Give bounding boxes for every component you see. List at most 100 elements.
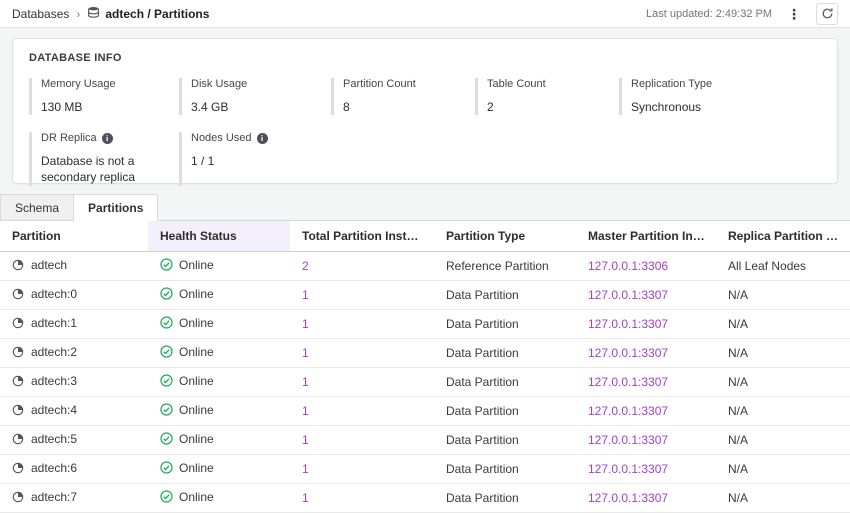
partition-type-text: Data Partition xyxy=(446,433,519,447)
replica-instance-text: N/A xyxy=(728,375,748,389)
pie-chart-icon xyxy=(12,404,24,419)
table-row: adtech:1Online1Data Partition127.0.0.1:3… xyxy=(0,310,850,339)
partition-type-text: Data Partition xyxy=(446,346,519,360)
top-bar-actions: Last updated: 2:49:32 PM ⋮ xyxy=(646,3,838,25)
column-header-partition-type[interactable]: Partition Type xyxy=(434,221,576,252)
total-instances-link[interactable]: 1 xyxy=(302,375,309,389)
total-instances-link[interactable]: 1 xyxy=(302,491,309,505)
master-instance-link[interactable]: 127.0.0.1:3307 xyxy=(588,375,668,389)
partition-name: adtech xyxy=(31,258,67,272)
pie-chart-icon xyxy=(12,375,24,390)
master-instance-link[interactable]: 127.0.0.1:3307 xyxy=(588,288,668,302)
check-circle-icon xyxy=(160,287,173,303)
total-instances-link[interactable]: 1 xyxy=(302,317,309,331)
total-instances-link[interactable]: 2 xyxy=(302,259,309,273)
info-icon[interactable]: i xyxy=(102,133,113,144)
metric-label: Replication Type xyxy=(631,78,821,90)
refresh-icon xyxy=(821,7,834,20)
replica-instance-text: N/A xyxy=(728,462,748,476)
total-instances-link[interactable]: 1 xyxy=(302,346,309,360)
partition-type-text: Data Partition xyxy=(446,288,519,302)
master-instance-link[interactable]: 127.0.0.1:3307 xyxy=(588,491,668,505)
health-status-text: Online xyxy=(179,316,214,330)
total-instances-link[interactable]: 1 xyxy=(302,288,309,302)
table-row: adtech:0Online1Data Partition127.0.0.1:3… xyxy=(0,281,850,310)
metric-table-count: Table Count 2 xyxy=(475,78,619,115)
partition-type-text: Reference Partition xyxy=(446,259,549,273)
master-instance-link[interactable]: 127.0.0.1:3307 xyxy=(588,404,668,418)
total-instances-link[interactable]: 1 xyxy=(302,433,309,447)
replica-instance-text: N/A xyxy=(728,288,748,302)
table-row: adtech:4Online1Data Partition127.0.0.1:3… xyxy=(0,397,850,426)
breadcrumb-current: adtech / Partitions xyxy=(87,6,209,22)
partitions-table: Partition Health Status Total Partition … xyxy=(0,221,850,513)
column-header-replica-partition-instance[interactable]: Replica Partition Instance ... xyxy=(716,221,850,252)
pie-chart-icon xyxy=(12,288,24,303)
metric-nodes-used: Nodes Used i 1 / 1 xyxy=(179,132,331,185)
pie-chart-icon xyxy=(12,317,24,332)
master-instance-link[interactable]: 127.0.0.1:3307 xyxy=(588,462,668,476)
tab-bar: Schema Partitions xyxy=(0,194,850,220)
partition-name: adtech:6 xyxy=(31,461,77,475)
database-icon xyxy=(87,6,100,22)
tab-partitions[interactable]: Partitions xyxy=(73,194,158,221)
partition-name: adtech:2 xyxy=(31,345,77,359)
partition-name: adtech:4 xyxy=(31,403,77,417)
total-instances-link[interactable]: 1 xyxy=(302,462,309,476)
master-instance-link[interactable]: 127.0.0.1:3307 xyxy=(588,433,668,447)
health-status-text: Online xyxy=(179,374,214,388)
check-circle-icon xyxy=(160,316,173,332)
master-instance-link[interactable]: 127.0.0.1:3306 xyxy=(588,259,668,273)
replica-instance-text: All Leaf Nodes xyxy=(728,259,806,273)
top-bar: Databases › adtech / Partitions Last upd… xyxy=(0,0,850,28)
pie-chart-icon xyxy=(12,491,24,506)
check-circle-icon xyxy=(160,432,173,448)
partition-type-text: Data Partition xyxy=(446,375,519,389)
partition-type-text: Data Partition xyxy=(446,317,519,331)
metric-disk-usage: Disk Usage 3.4 GB xyxy=(179,78,331,115)
database-info-card: DATABASE INFO Memory Usage 130 MB Disk U… xyxy=(12,38,838,184)
metric-value: 2 xyxy=(487,99,619,115)
replica-instance-text: N/A xyxy=(728,491,748,505)
metric-label: Table Count xyxy=(487,78,619,90)
metric-label: Memory Usage xyxy=(41,78,179,90)
health-status-text: Online xyxy=(179,432,214,446)
metric-label: Partition Count xyxy=(343,78,475,90)
master-instance-link[interactable]: 127.0.0.1:3307 xyxy=(588,317,668,331)
pie-chart-icon xyxy=(12,346,24,361)
check-circle-icon xyxy=(160,403,173,419)
last-updated-text: Last updated: 2:49:32 PM xyxy=(646,8,772,20)
column-header-partition[interactable]: Partition xyxy=(0,221,148,252)
check-circle-icon xyxy=(160,490,173,506)
partition-name: adtech:0 xyxy=(31,287,77,301)
metric-memory-usage: Memory Usage 130 MB xyxy=(29,78,179,115)
refresh-button[interactable] xyxy=(816,3,838,25)
info-icon[interactable]: i xyxy=(257,133,268,144)
table-row: adtech:5 Online 1 Data Partition 127.0.0.1:3… xyxy=(0,426,850,455)
check-circle-icon xyxy=(160,345,173,361)
total-instances-link[interactable]: 1 xyxy=(302,404,309,418)
metric-partition-count: Partition Count 8 xyxy=(331,78,475,115)
metric-value: 1 / 1 xyxy=(191,153,323,169)
table-row: adtech:6Online1Data Partition127.0.0.1:3… xyxy=(0,455,850,484)
column-header-health-status[interactable]: Health Status xyxy=(148,221,290,252)
tab-schema[interactable]: Schema xyxy=(0,194,74,220)
replica-instance-text: N/A xyxy=(728,317,748,331)
page-title: adtech / Partitions xyxy=(105,7,209,21)
metric-value: 130 MB xyxy=(41,99,173,115)
table-row: adtech:2Online1Data Partition127.0.0.1:3… xyxy=(0,339,850,368)
table-row: adtech:3Online1Data Partition127.0.0.1:3… xyxy=(0,368,850,397)
table-header-row: Partition Health Status Total Partition … xyxy=(0,221,850,252)
breadcrumb-databases-link[interactable]: Databases xyxy=(12,7,69,21)
table-row: adtech:7Online1Data Partition127.0.0.1:3… xyxy=(0,484,850,513)
column-header-master-partition-instance[interactable]: Master Partition Instance ... xyxy=(576,221,716,252)
replica-instance-text: N/A xyxy=(728,433,748,447)
master-instance-link[interactable]: 127.0.0.1:3307 xyxy=(588,346,668,360)
partition-name: adtech:5 xyxy=(31,432,77,446)
database-info-title: DATABASE INFO xyxy=(29,52,821,64)
check-circle-icon xyxy=(160,374,173,390)
kebab-menu-icon[interactable]: ⋮ xyxy=(784,7,804,21)
health-status-text: Online xyxy=(179,461,214,475)
partitions-table-container: Partition Health Status Total Partition … xyxy=(0,220,850,513)
column-header-total-partition-instances[interactable]: Total Partition Instances xyxy=(290,221,434,252)
